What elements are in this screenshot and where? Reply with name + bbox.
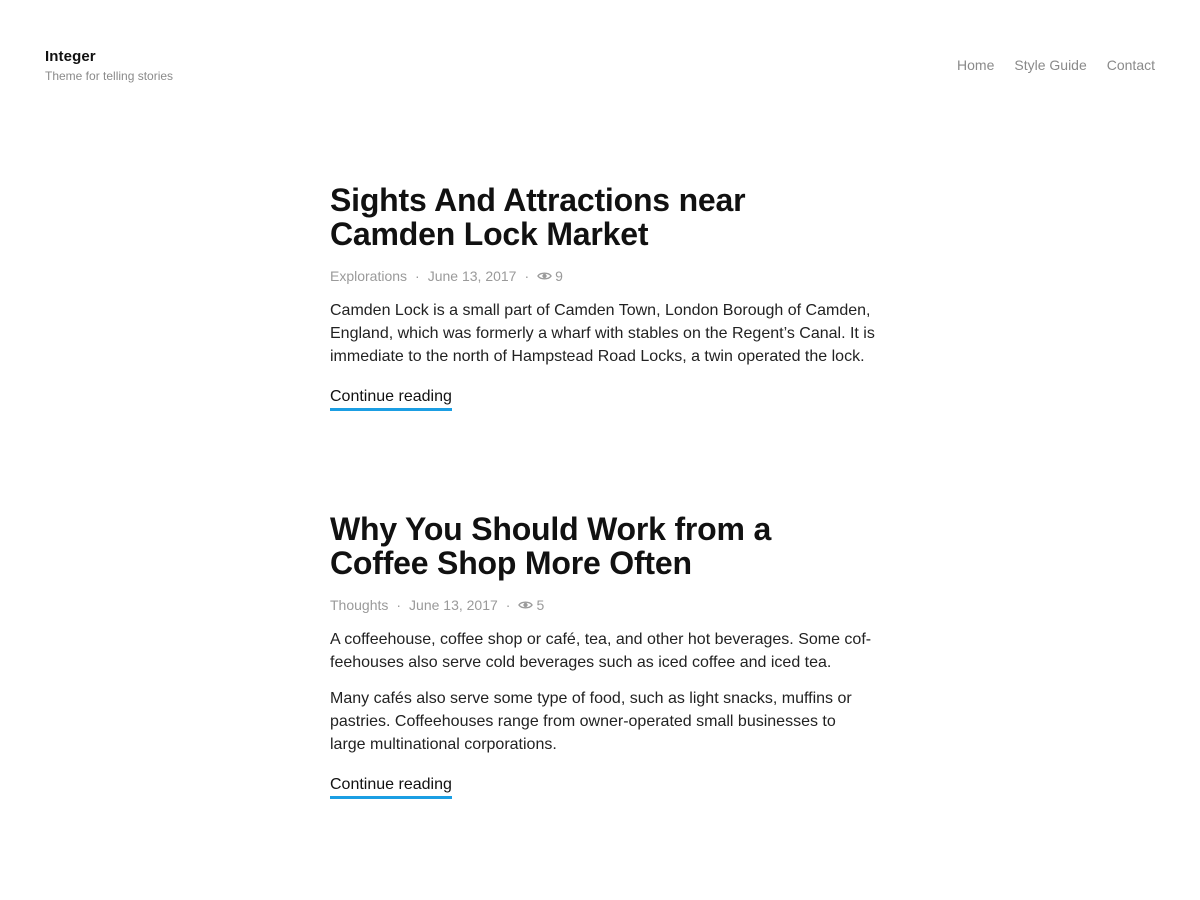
- post-title[interactable]: Why You Should Work from a Coffee Shop M…: [330, 512, 875, 580]
- main-nav: Home Style Guide Contact: [957, 55, 1155, 75]
- site-tagline: Theme for telling stories: [45, 69, 174, 83]
- excerpt-paragraph: A coffeehouse, coffee shop or café, tea,…: [330, 631, 872, 671]
- excerpt-paragraph: Many cafés also serve some type of food,…: [330, 690, 852, 753]
- meta-separator: ·: [396, 597, 402, 613]
- nav-style-guide[interactable]: Style Guide: [1014, 55, 1086, 75]
- post-excerpt: Camden Lock is a small part of Camden To…: [330, 299, 875, 368]
- eye-icon: [518, 601, 534, 609]
- post-list: Sights And Attractions near Camden Lock …: [330, 183, 875, 799]
- post-item: Why You Should Work from a Coffee Shop M…: [330, 512, 875, 799]
- page: Integer Theme for telling stories Home S…: [0, 0, 1200, 900]
- view-count: 5: [536, 597, 545, 613]
- post-meta: Thoughts · June 13, 2017 · 5: [330, 595, 875, 615]
- post-views: 9: [537, 266, 563, 286]
- nav-home[interactable]: Home: [957, 55, 994, 75]
- eye-icon: [537, 272, 552, 280]
- meta-separator: ·: [415, 268, 420, 284]
- post-title-line[interactable]: Coffee Shop More Often: [330, 545, 692, 581]
- continue-reading-link[interactable]: Continue reading: [330, 774, 452, 799]
- nav-contact[interactable]: Contact: [1107, 55, 1155, 75]
- post-category[interactable]: Explorations: [330, 266, 407, 286]
- post-title[interactable]: Sights And Attractions near Camden Lock …: [330, 183, 875, 251]
- post-title-line[interactable]: Sights And Attractions near: [330, 182, 746, 218]
- meta-separator: ·: [524, 268, 530, 284]
- post-views: 5: [518, 595, 544, 615]
- excerpt-paragraph: Camden Lock is a small part of Camden To…: [330, 302, 875, 365]
- continue-reading-link[interactable]: Continue reading: [330, 386, 452, 411]
- post-meta: Explorations · June 13, 2017 · 9: [330, 266, 875, 286]
- post-item: Sights And Attractions near Camden Lock …: [330, 183, 875, 411]
- site-title[interactable]: Integer: [45, 47, 173, 67]
- view-count: 9: [555, 268, 563, 284]
- post-date: June 13, 2017: [409, 597, 498, 613]
- post-date: June 13, 2017: [427, 268, 517, 284]
- post-excerpt: A coffeehouse, coffee shop or café, tea,…: [330, 628, 875, 756]
- post-title-line[interactable]: Why You Should Work from a: [330, 511, 771, 547]
- post-title-line[interactable]: Camden Lock Market: [330, 216, 648, 252]
- branding: Integer Theme for telling stories: [45, 47, 173, 84]
- post-category[interactable]: Thoughts: [330, 595, 388, 615]
- meta-separator: ·: [505, 597, 511, 613]
